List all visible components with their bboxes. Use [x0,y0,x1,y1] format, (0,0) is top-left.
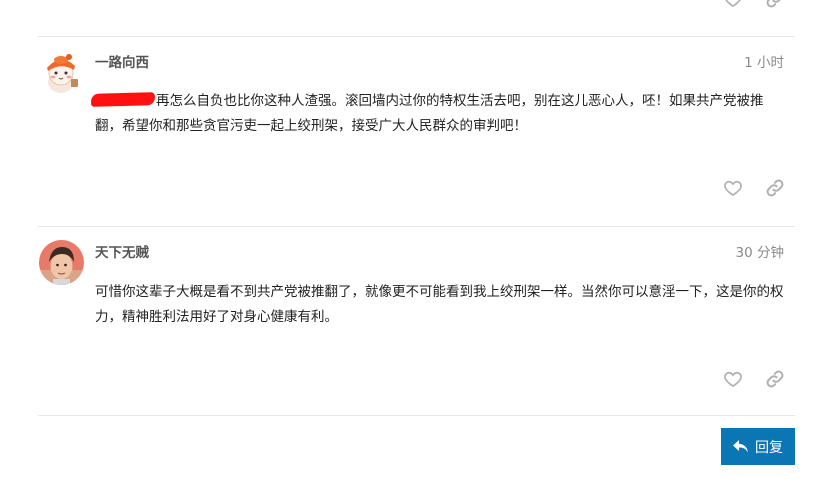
topic-page: 一路向西 1 小时 再怎么自负也比你这种人渣强。滚回墙内过你的特权生活去吧，别在… [0,0,824,483]
link-icon[interactable] [764,0,786,10]
link-icon[interactable] [764,368,786,390]
post-divider [38,415,795,416]
reply-button-label: 回复 [755,439,783,456]
cartoon-character-avatar[interactable] [39,49,84,94]
link-icon[interactable] [764,177,786,199]
person-photo-avatar[interactable] [39,240,84,285]
previous-post-actions [0,0,824,12]
post-divider [38,36,795,37]
post-username[interactable]: 一路向西 [95,51,149,71]
post-body-text: 再怎么自负也比你这种人渣强。滚回墙内过你的特权生活去吧，别在这儿恶心人，呸！如果… [95,93,764,134]
reply-arrow-icon [733,440,748,453]
post-body: 再怎么自负也比你这种人渣强。滚回墙内过你的特权生活去吧，别在这儿恶心人，呸！如果… [90,89,785,139]
post-actions [0,368,824,392]
redaction-mark [90,92,156,107]
reply-button[interactable]: 回复 [721,428,795,465]
heart-icon[interactable] [722,0,744,10]
post-username[interactable]: 天下无贼 [95,241,149,261]
post-divider [38,226,795,227]
post-body: 可惜你这辈子大概是看不到共产党被推翻了，就像更不可能看到我上绞刑架一样。当然你可… [95,284,784,325]
heart-icon[interactable] [722,368,744,390]
post-timestamp[interactable]: 30 分钟 [736,241,784,261]
heart-icon[interactable] [722,177,744,199]
post-timestamp[interactable]: 1 小时 [744,51,784,71]
post-actions [0,177,824,201]
